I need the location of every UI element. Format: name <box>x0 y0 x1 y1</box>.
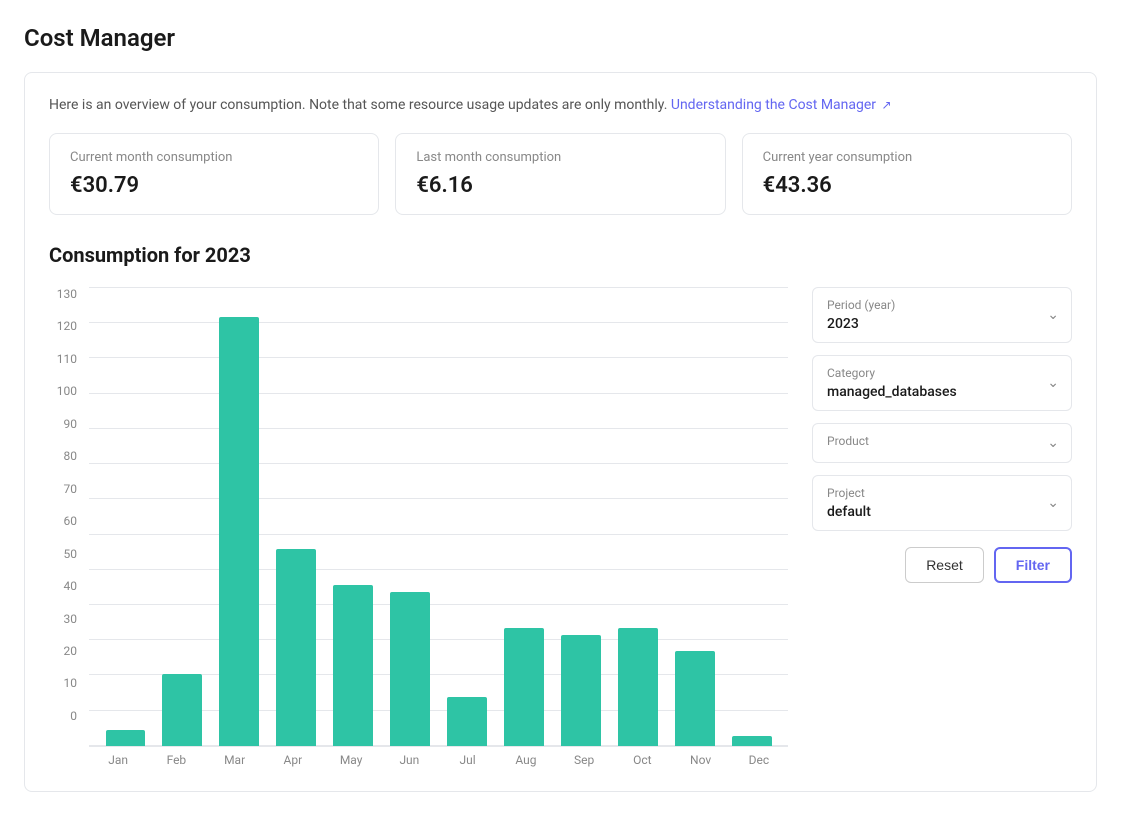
bar-group-2[interactable] <box>211 287 268 746</box>
bar-1 <box>162 674 202 746</box>
y-label: 20 <box>49 644 77 658</box>
cons-card-value-2: €43.36 <box>763 173 1051 198</box>
bar-9 <box>618 628 658 746</box>
bar-group-10[interactable] <box>666 287 723 746</box>
chart-title: Consumption for 2023 <box>49 243 1072 267</box>
x-label-9: Oct <box>613 753 671 767</box>
x-label-3: Apr <box>264 753 322 767</box>
x-label-7: Aug <box>497 753 555 767</box>
bar-5 <box>390 592 430 746</box>
bar-group-6[interactable] <box>439 287 496 746</box>
project-filter[interactable]: Project default ⌄ <box>812 475 1072 531</box>
filter-button[interactable]: Filter <box>994 547 1072 583</box>
category-label: Category <box>827 366 1057 380</box>
project-label: Project <box>827 486 1057 500</box>
consumption-cards: Current month consumption €30.79 Last mo… <box>49 133 1072 215</box>
y-label: 120 <box>49 319 77 333</box>
y-label: 60 <box>49 514 77 528</box>
product-chevron-icon: ⌄ <box>1047 435 1059 451</box>
info-text: Here is an overview of your consumption.… <box>49 97 667 113</box>
filters-panel: Period (year) 2023 ⌄ Category managed_da… <box>812 287 1072 767</box>
y-label: 80 <box>49 449 77 463</box>
cons-card-label-0: Current month consumption <box>70 150 358 165</box>
x-label-0: Jan <box>89 753 147 767</box>
x-label-6: Jul <box>439 753 497 767</box>
x-label-4: May <box>322 753 380 767</box>
y-label: 0 <box>49 709 77 723</box>
bar-4 <box>333 585 373 746</box>
bar-group-7[interactable] <box>495 287 552 746</box>
bar-group-5[interactable] <box>382 287 439 746</box>
x-label-10: Nov <box>672 753 730 767</box>
cons-card-label-1: Last month consumption <box>416 150 704 165</box>
y-label: 100 <box>49 384 77 398</box>
bar-10 <box>675 651 715 746</box>
bar-group-8[interactable] <box>552 287 609 746</box>
period-chevron-icon: ⌄ <box>1047 307 1059 323</box>
y-label: 130 <box>49 287 77 301</box>
bar-group-11[interactable] <box>723 287 780 746</box>
y-label: 40 <box>49 579 77 593</box>
bar-group-0[interactable] <box>97 287 154 746</box>
bars-row <box>89 287 788 746</box>
period-value: 2023 <box>827 316 1057 332</box>
consumption-card-2: Current year consumption €43.36 <box>742 133 1072 215</box>
main-card: Here is an overview of your consumption.… <box>24 72 1097 792</box>
bar-3 <box>276 549 316 746</box>
x-label-8: Sep <box>555 753 613 767</box>
cons-card-label-2: Current year consumption <box>763 150 1051 165</box>
chart-container: 0102030405060708090100110120130 JanFebMa… <box>49 287 788 767</box>
category-value: managed_databases <box>827 384 1057 400</box>
filter-actions: Reset Filter <box>812 547 1072 583</box>
bar-11 <box>732 736 772 746</box>
external-link-icon: ↗ <box>882 98 892 112</box>
y-label: 10 <box>49 676 77 690</box>
product-filter[interactable]: Product ⌄ <box>812 423 1072 463</box>
consumption-card-0: Current month consumption €30.79 <box>49 133 379 215</box>
y-label: 110 <box>49 352 77 366</box>
understanding-link[interactable]: Understanding the Cost Manager ↗ <box>671 97 892 113</box>
chart-plot <box>89 287 788 747</box>
y-axis: 0 10 20 30 40 50 60 70 80 90 100 110 120 130 <box>49 287 89 747</box>
consumption-card-1: Last month consumption €6.16 <box>395 133 725 215</box>
chart-inner: 0 10 20 30 40 50 60 70 80 90 100 110 120 130 <box>49 287 788 747</box>
page-title: Cost Manager <box>24 24 1097 52</box>
project-chevron-icon: ⌄ <box>1047 495 1059 511</box>
y-label: 90 <box>49 417 77 431</box>
period-label: Period (year) <box>827 298 1057 312</box>
project-value: default <box>827 504 1057 520</box>
x-label-2: Mar <box>206 753 264 767</box>
bar-group-1[interactable] <box>154 287 211 746</box>
x-axis: JanFebMarAprMayJunJulAugSepOctNovDec <box>49 753 788 767</box>
y-label: 30 <box>49 612 77 626</box>
x-label-5: Jun <box>380 753 438 767</box>
bar-group-9[interactable] <box>609 287 666 746</box>
reset-button[interactable]: Reset <box>905 547 984 583</box>
product-label: Product <box>827 434 1057 448</box>
chart-area: 0102030405060708090100110120130 JanFebMa… <box>49 287 1072 767</box>
info-bar: Here is an overview of your consumption.… <box>49 97 1072 113</box>
category-chevron-icon: ⌄ <box>1047 375 1059 391</box>
bar-group-4[interactable] <box>325 287 382 746</box>
category-filter[interactable]: Category managed_databases ⌄ <box>812 355 1072 411</box>
bar-group-3[interactable] <box>268 287 325 746</box>
cons-card-value-1: €6.16 <box>416 173 704 198</box>
cons-card-value-0: €30.79 <box>70 173 358 198</box>
bar-2 <box>219 317 259 746</box>
bar-6 <box>447 697 487 746</box>
period-filter[interactable]: Period (year) 2023 ⌄ <box>812 287 1072 343</box>
x-label-1: Feb <box>147 753 205 767</box>
y-label: 50 <box>49 547 77 561</box>
bar-7 <box>504 628 544 746</box>
x-label-11: Dec <box>730 753 788 767</box>
y-label: 70 <box>49 482 77 496</box>
bar-8 <box>561 635 601 746</box>
bar-0 <box>106 730 146 746</box>
